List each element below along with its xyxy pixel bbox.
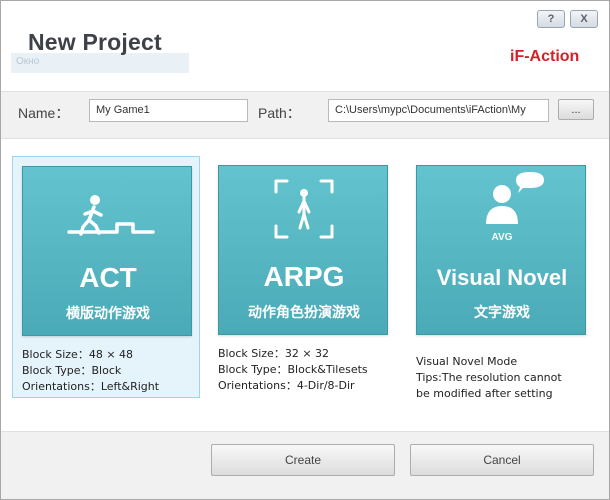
act-tile[interactable]: ACT 横版动作游戏: [22, 166, 192, 336]
visual-novel-title: Visual Novel: [436, 265, 568, 290]
act-block-size: Block Size：48 × 48: [22, 348, 134, 361]
visual-novel-tip-line2: be modified after setting: [416, 387, 553, 400]
arpg-block-type: Block Type：Block&Tilesets: [218, 363, 368, 376]
if-action-logo: iF-Action: [510, 48, 580, 65]
cancel-button[interactable]: Cancel: [410, 444, 594, 476]
template-gallery: ACT 横版动作游戏 Block Size：48 × 48 Block Type…: [1, 140, 609, 431]
visual-novel-subtitle: 文字游戏: [474, 305, 530, 321]
ghost-window-label: Окно: [11, 53, 189, 73]
act-subtitle: 横版动作游戏: [66, 306, 150, 322]
template-card-visual-novel[interactable]: AVG Visual Novel 文字游戏 Visual Novel Mode …: [407, 156, 595, 400]
arpg-subtitle: 动作角色扮演游戏: [248, 305, 360, 321]
create-button[interactable]: Create: [211, 444, 395, 476]
new-project-dialog: Окно New Project ? X iF-Action Name： My …: [0, 0, 610, 500]
dialog-footer: Create Cancel: [1, 431, 609, 499]
name-label: Name：: [18, 105, 70, 121]
project-name-input[interactable]: My Game1: [89, 99, 248, 122]
visual-novel-mode: Visual Novel Mode: [416, 355, 518, 368]
path-label: Path：: [258, 105, 301, 121]
arpg-title: ARPG: [263, 261, 345, 292]
running-stickman-stairs-icon: [67, 195, 155, 236]
arpg-orientations: Orientations：4-Dir/8-Dir: [218, 379, 355, 392]
act-info: Block Size：48 × 48 Block Type：Block Orie…: [22, 347, 159, 395]
arpg-tile[interactable]: ARPG 动作角色扮演游戏: [218, 165, 388, 335]
framed-figure-icon: [274, 179, 334, 239]
project-path-input[interactable]: C:\Users\mypc\Documents\iFAction\My: [328, 99, 549, 122]
visual-novel-tip-line1: Tips:The resolution cannot: [416, 371, 562, 384]
avatar-speech-bubble-icon: AVG: [486, 172, 544, 243]
template-card-act[interactable]: ACT 横版动作游戏 Block Size：48 × 48 Block Type…: [12, 156, 200, 398]
arpg-info: Block Size：32 × 32 Block Type：Block&Tile…: [218, 346, 368, 394]
arpg-block-size: Block Size：32 × 32: [218, 347, 330, 360]
visual-novel-info: Visual Novel Mode Tips:The resolution ca…: [416, 354, 562, 402]
visual-novel-tile[interactable]: AVG Visual Novel 文字游戏: [416, 165, 586, 335]
close-button[interactable]: X: [570, 10, 598, 28]
help-button[interactable]: ?: [537, 10, 565, 28]
act-orientations: Orientations：Left&Right: [22, 380, 160, 393]
browse-button[interactable]: ...: [558, 99, 594, 120]
project-settings-row: Name： My Game1 Path： C:\Users\mypc\Docum…: [1, 91, 609, 139]
template-card-arpg[interactable]: ARPG 动作角色扮演游戏 Block Size：32 × 32 Block T…: [209, 156, 397, 398]
act-title: ACT: [79, 262, 137, 293]
avg-label: AVG: [492, 232, 513, 243]
act-block-type: Block Type：Block: [22, 364, 122, 377]
dialog-header: Окно New Project ? X iF-Action: [1, 1, 609, 91]
page-title: New Project: [28, 29, 162, 55]
